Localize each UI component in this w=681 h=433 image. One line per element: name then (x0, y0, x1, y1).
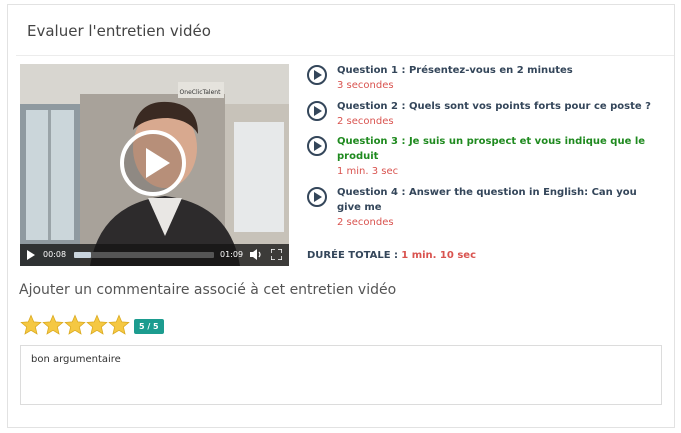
play-question-icon[interactable] (307, 136, 327, 156)
play-question-icon[interactable] (307, 65, 327, 85)
question-title: Question 2 : Quels sont vos points forts… (337, 101, 651, 112)
video-controls: 00:08 01:09 (20, 244, 289, 266)
play-question-icon[interactable] (307, 101, 327, 121)
fullscreen-icon[interactable] (271, 249, 282, 260)
star-icon[interactable] (108, 314, 130, 336)
play-overlay-button[interactable] (120, 130, 186, 196)
total-duration-value: 1 min. 10 sec (401, 250, 476, 261)
duration-time: 01:09 (220, 250, 244, 259)
rating-badge: 5 / 5 (134, 319, 164, 334)
question-duration: 3 secondes (337, 80, 394, 91)
total-duration: DURÉE TOTALE : 1 min. 10 sec (307, 250, 476, 261)
volume-icon[interactable] (249, 248, 263, 261)
star-icon[interactable] (42, 314, 64, 336)
panel-title: Evaluer l'entretien vidéo (27, 22, 211, 40)
star-icon[interactable] (86, 314, 108, 336)
title-divider (16, 55, 674, 56)
seek-bar-progress (74, 252, 91, 258)
star-icon[interactable] (64, 314, 86, 336)
total-duration-label: DURÉE TOTALE : (307, 250, 399, 261)
question-title: Question 1 : Présentez-vous en 2 minutes (337, 65, 573, 76)
wall-sign-text: OneClicTalent (180, 89, 222, 96)
question-duration: 1 min. 3 sec (337, 166, 399, 177)
video-player[interactable]: OneClicTalent 00:08 01:09 (20, 64, 289, 266)
comment-textarea[interactable]: bon argumentaire (20, 345, 662, 405)
question-title: Question 4 : Answer the question in Engl… (337, 187, 637, 213)
seek-bar[interactable] (74, 252, 214, 258)
question-duration: 2 secondes (337, 217, 394, 228)
question-duration: 2 secondes (337, 116, 394, 127)
play-icon[interactable] (27, 250, 35, 260)
play-question-icon[interactable] (307, 187, 327, 207)
comment-heading: Ajouter un commentaire associé à cet ent… (19, 282, 397, 298)
question-title: Question 3 : Je suis un prospect et vous… (337, 136, 646, 162)
play-icon (146, 148, 170, 178)
star-icon[interactable] (20, 314, 42, 336)
current-time: 00:08 (43, 250, 67, 259)
